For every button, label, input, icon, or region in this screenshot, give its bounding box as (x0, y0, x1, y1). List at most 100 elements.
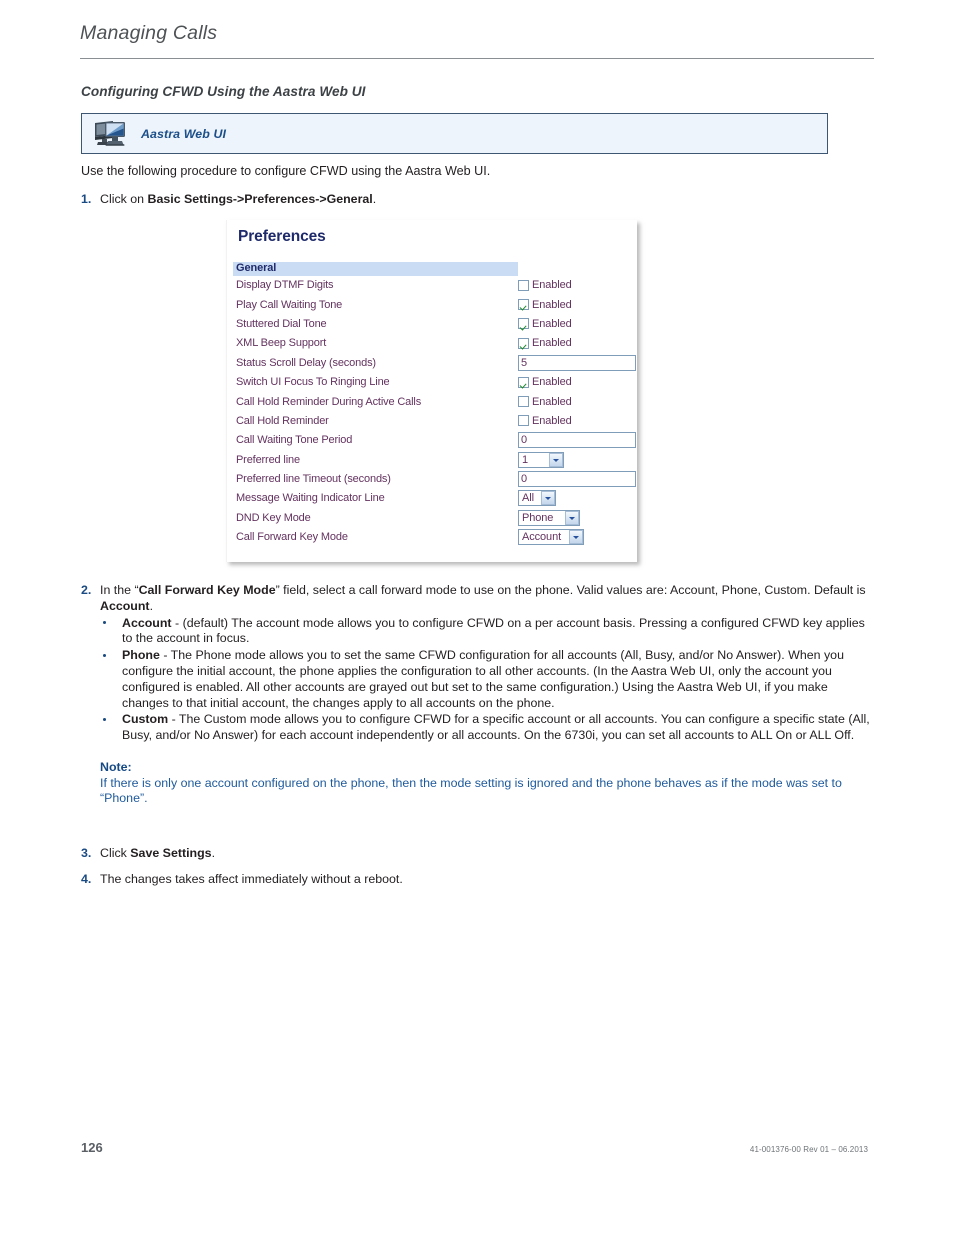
preferred-line-select[interactable]: 1 (518, 451, 564, 468)
step-2-body: In the “Call Forward Key Mode” field, se… (100, 583, 876, 807)
checkbox-label: Enabled (532, 395, 572, 408)
step-2-lead-part2: ” field, select a call forward mode to u… (275, 583, 866, 597)
chevron-down-icon[interactable] (568, 530, 583, 545)
message-waiting-indicator-line-select[interactable]: All (518, 490, 556, 507)
bullet-text: - The Phone mode allows you to set the s… (122, 648, 844, 710)
setting-control: Account (518, 529, 584, 546)
setting-control: 0 (518, 432, 636, 449)
setting-row-dnd-key-mode: DND Key Mode Phone (227, 508, 637, 527)
step-1-suffix: . (372, 192, 377, 206)
setting-row-stuttered-dial-tone: Stuttered Dial Tone Enabled (227, 314, 637, 333)
bullet-text: - The Custom mode allows you to configur… (122, 712, 870, 743)
setting-control: 1 (518, 451, 564, 468)
desktop-computer-icon (93, 120, 127, 148)
running-header-title: Managing Calls (80, 22, 218, 44)
setting-label: Display DTMF Digits (236, 279, 334, 292)
callout-label: Aastra Web UI (141, 126, 227, 141)
call-forward-mode-list: Account - (default) The account mode all… (100, 616, 876, 744)
setting-label: Switch UI Focus To Ringing Line (236, 376, 390, 389)
call-forward-key-mode-select[interactable]: Account (518, 529, 584, 546)
step-3-prefix: Click (100, 846, 131, 860)
step-2-number: 2. (81, 583, 92, 597)
stuttered-dial-tone-checkbox[interactable] (518, 318, 529, 330)
setting-row-call-hold-reminder-during-active-calls: Call Hold Reminder During Active Calls E… (227, 392, 637, 411)
status-scroll-delay-input[interactable]: 5 (518, 354, 636, 371)
note-text: If there is only one account configured … (100, 775, 842, 806)
list-item: Phone - The Phone mode allows you to set… (100, 648, 876, 711)
list-item: Custom - The Custom mode allows you to c… (100, 712, 876, 744)
xml-beep-support-checkbox[interactable] (518, 337, 529, 349)
setting-control: Phone (518, 509, 580, 526)
note-title: Note: (100, 759, 132, 774)
step-3-button-name: Save Settings (130, 846, 212, 860)
step-1-prefix: Click on (100, 192, 148, 206)
setting-control: Enabled (518, 299, 572, 311)
checkbox-label: Enabled (532, 298, 572, 311)
chevron-down-icon[interactable] (548, 452, 563, 467)
preferences-panel-title: Preferences (238, 228, 326, 245)
aastra-web-ui-callout: Aastra Web UI (81, 113, 828, 154)
call-hold-reminder-checkbox[interactable] (518, 415, 529, 427)
bullet-term: Custom (122, 712, 169, 727)
step-3-suffix: . (211, 846, 216, 860)
setting-control: Enabled (518, 318, 572, 330)
bullet-term: Account (122, 615, 172, 630)
header-divider (80, 58, 874, 59)
setting-row-call-hold-reminder: Call Hold Reminder Enabled (227, 411, 637, 430)
setting-label: Status Scroll Delay (seconds) (236, 356, 376, 369)
preferred-line-timeout-input[interactable]: 0 (518, 471, 636, 488)
setting-row-xml-beep-support: XML Beep Support Enabled (227, 334, 637, 353)
bullet-dot-icon (103, 653, 107, 657)
setting-control: Enabled (518, 396, 572, 408)
step-3-text: Click Save Settings. (100, 846, 876, 862)
setting-label: Preferred line (236, 453, 300, 466)
step-1: 1. Click on Basic Settings->Preferences-… (81, 192, 876, 208)
setting-label: XML Beep Support (236, 337, 327, 350)
checkbox-label: Enabled (532, 279, 572, 292)
setting-row-display-dtmf-digits: Display DTMF Digits Enabled (227, 276, 637, 295)
step-2-lead-part3: . (149, 598, 154, 613)
page-number: 126 (81, 1140, 103, 1155)
select-value: 1 (522, 453, 529, 466)
step-2-lead: In the “Call Forward Key Mode” field, se… (100, 583, 866, 613)
checkbox-label: Enabled (532, 317, 572, 330)
dnd-key-mode-select[interactable]: Phone (518, 509, 580, 526)
play-call-waiting-tone-checkbox[interactable] (518, 299, 529, 311)
document-id: 41-001376-00 Rev 01 – 06.2013 (749, 1145, 868, 1154)
step-2-field-name: Call Forward Key Mode (138, 583, 276, 597)
setting-control: Enabled (518, 415, 572, 427)
setting-control: Enabled (518, 337, 572, 349)
chevron-down-icon[interactable] (564, 510, 579, 525)
step-2-lead-part1: In the “ (100, 583, 139, 597)
setting-row-call-forward-key-mode: Call Forward Key Mode Account (227, 528, 637, 547)
setting-label: Preferred line Timeout (seconds) (236, 473, 391, 486)
intro-paragraph: Use the following procedure to configure… (81, 164, 491, 178)
checkbox-label: Enabled (532, 337, 572, 350)
setting-label: Stuttered Dial Tone (236, 317, 327, 330)
settings-group-header-general: General (233, 262, 518, 276)
setting-label: Call Forward Key Mode (236, 531, 348, 544)
call-hold-reminder-active-calls-checkbox[interactable] (518, 396, 529, 408)
chevron-down-icon[interactable] (540, 491, 555, 506)
select-value: Account (522, 531, 562, 544)
setting-control: All (518, 490, 556, 507)
setting-row-status-scroll-delay: Status Scroll Delay (seconds) 5 (227, 353, 637, 372)
setting-label: DND Key Mode (236, 511, 311, 524)
step-1-text: Click on Basic Settings->Preferences->Ge… (100, 192, 876, 208)
setting-label: Call Hold Reminder During Active Calls (236, 395, 422, 408)
bullet-text: - (default) The account mode allows you … (122, 615, 865, 646)
setting-label: Play Call Waiting Tone (236, 298, 343, 311)
list-item: Account - (default) The account mode all… (100, 616, 876, 648)
step-3-number: 3. (81, 846, 92, 860)
setting-control: 5 (518, 354, 636, 371)
call-waiting-tone-period-input[interactable]: 0 (518, 432, 636, 449)
step-4-number: 4. (81, 872, 92, 886)
switch-ui-focus-checkbox[interactable] (518, 376, 529, 388)
setting-label: Call Waiting Tone Period (236, 434, 353, 447)
setting-row-preferred-line-timeout: Preferred line Timeout (seconds) 0 (227, 469, 637, 488)
display-dtmf-digits-checkbox[interactable] (518, 279, 529, 291)
note-block: Note: If there is only one account confi… (100, 760, 876, 806)
step-2-default-value: Account (100, 598, 150, 613)
section-heading: Configuring CFWD Using the Aastra Web UI (81, 84, 366, 99)
select-value: Phone (522, 511, 554, 524)
